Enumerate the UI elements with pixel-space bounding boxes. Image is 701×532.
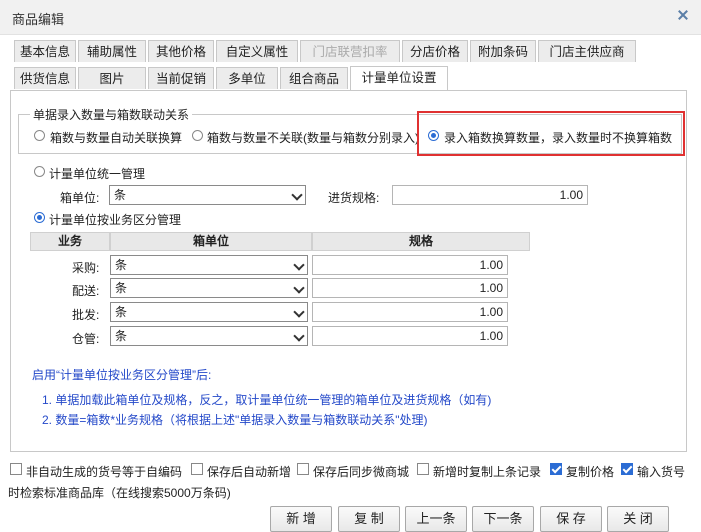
box-unit-select[interactable]: 条 xyxy=(109,185,306,205)
row-spec-input[interactable]: 1.00 xyxy=(312,326,508,346)
row-spec-input[interactable]: 1.00 xyxy=(312,302,508,322)
checkbox-auto-new-after-save-label: 保存后自动新增 xyxy=(207,465,292,479)
tab-aux-attributes[interactable]: 辅助属性 xyxy=(78,40,146,62)
tab-current-promotion[interactable]: 当前促销 xyxy=(148,67,214,89)
row-unit-select[interactable]: 条 xyxy=(110,255,308,275)
tab-basic-info[interactable]: 基本信息 xyxy=(14,40,76,62)
close-icon[interactable] xyxy=(677,9,689,21)
prev-button[interactable]: 上一条 xyxy=(405,506,467,532)
row-unit-select[interactable]: 条 xyxy=(110,302,308,322)
spec-label: 进货规格: xyxy=(328,191,380,205)
checkbox-input-code-label: 输入货号 xyxy=(637,465,686,479)
box-unit-label: 箱单位: xyxy=(60,191,100,205)
checkbox-sync-microshop-label: 保存后同步微商城 xyxy=(313,465,410,479)
checkbox-copy-price-label: 复制价格 xyxy=(566,465,615,479)
checkbox-copy-previous-label: 新增时复制上条记录 xyxy=(433,465,542,479)
note-line-1: 1. 单据加载此箱单位及规格，反之，取计量单位统一管理的箱单位及进货规格（如有) xyxy=(42,393,492,407)
chevron-down-icon xyxy=(293,306,305,318)
row-spec-input[interactable]: 1.00 xyxy=(312,278,508,298)
col-header-business: 业务 xyxy=(30,232,110,251)
tab-multi-unit[interactable]: 多单位 xyxy=(216,67,278,89)
radio-no-link[interactable] xyxy=(192,130,203,141)
checkbox-auto-new-after-save[interactable] xyxy=(191,463,203,475)
unified-management-label: 计量单位统一管理 xyxy=(49,167,146,181)
tab-store-joint-rate: 门店联营扣率 xyxy=(300,40,400,62)
row-business-label: 采购: xyxy=(72,261,100,275)
row-business-label: 批发: xyxy=(72,308,100,322)
tab-measure-unit-settings[interactable]: 计量单位设置 xyxy=(350,66,448,90)
checkbox-code-equals-self[interactable] xyxy=(10,463,22,475)
by-business-label: 计量单位按业务区分管理 xyxy=(49,213,182,227)
chevron-down-icon xyxy=(291,189,303,201)
box-unit-value: 条 xyxy=(114,188,127,202)
radio-box-to-qty[interactable] xyxy=(428,130,439,141)
tab-images[interactable]: 图片 xyxy=(78,67,146,89)
next-button[interactable]: 下一条 xyxy=(472,506,534,532)
radio-no-link-label: 箱数与数量不关联(数量与箱数分别录入) xyxy=(207,131,419,145)
row-unit-select[interactable]: 条 xyxy=(110,278,308,298)
checkbox-code-equals-self-label: 非自动生成的货号等于自编码 xyxy=(26,465,183,479)
note-line-2: 2. 数量=箱数*业务规格（将根据上述"单据录入数量与箱数联动关系"处理) xyxy=(42,413,428,427)
col-header-box-unit: 箱单位 xyxy=(110,232,312,251)
linkage-legend: 单据录入数量与箱数联动关系 xyxy=(30,106,193,123)
row-unit-select[interactable]: 条 xyxy=(110,326,308,346)
radio-auto-link[interactable] xyxy=(34,130,45,141)
row-unit-value: 条 xyxy=(115,281,128,295)
tab-combo-goods[interactable]: 组合商品 xyxy=(280,67,348,89)
tab-store-main-supplier[interactable]: 门店主供应商 xyxy=(538,40,636,62)
note-heading: 启用“计量单位按业务区分管理”后: xyxy=(32,368,212,382)
checkbox-sync-microshop[interactable] xyxy=(297,463,309,475)
checkbox-copy-previous[interactable] xyxy=(417,463,429,475)
chevron-down-icon xyxy=(293,330,305,342)
tab-branch-prices[interactable]: 分店价格 xyxy=(402,40,468,62)
radio-unified-management[interactable] xyxy=(34,166,45,177)
tab-custom-attributes[interactable]: 自定义属性 xyxy=(216,40,298,62)
radio-by-business[interactable] xyxy=(34,212,45,223)
new-button[interactable]: 新 增 xyxy=(270,506,332,532)
checkbox-input-code-label-cont: 时检索标准商品库（在线搜索5000万条码) xyxy=(8,486,231,500)
tab-supply-info[interactable]: 供货信息 xyxy=(14,67,76,89)
window-title: 商品编辑 xyxy=(12,12,65,27)
tab-extra-barcodes[interactable]: 附加条码 xyxy=(470,40,536,62)
chevron-down-icon xyxy=(293,282,305,294)
checkbox-copy-price[interactable] xyxy=(550,463,562,475)
title-bar: 商品编辑 xyxy=(0,0,701,35)
radio-box-to-qty-label: 录入箱数换算数量，录入数量时不换算箱数 xyxy=(444,131,673,145)
row-spec-input[interactable]: 1.00 xyxy=(312,255,508,275)
row-unit-value: 条 xyxy=(115,258,128,272)
copy-button[interactable]: 复 制 xyxy=(338,506,400,532)
tab-other-prices[interactable]: 其他价格 xyxy=(148,40,214,62)
row-business-label: 仓管: xyxy=(72,332,100,346)
row-unit-value: 条 xyxy=(115,329,128,343)
spec-input[interactable]: 1.00 xyxy=(392,185,588,205)
radio-auto-link-label: 箱数与数量自动关联换算 xyxy=(50,131,183,145)
close-button[interactable]: 关 闭 xyxy=(607,506,669,532)
row-business-label: 配送: xyxy=(72,284,100,298)
chevron-down-icon xyxy=(293,259,305,271)
col-header-spec: 规格 xyxy=(312,232,530,251)
save-button[interactable]: 保 存 xyxy=(540,506,602,532)
row-unit-value: 条 xyxy=(115,305,128,319)
checkbox-input-code[interactable] xyxy=(621,463,633,475)
